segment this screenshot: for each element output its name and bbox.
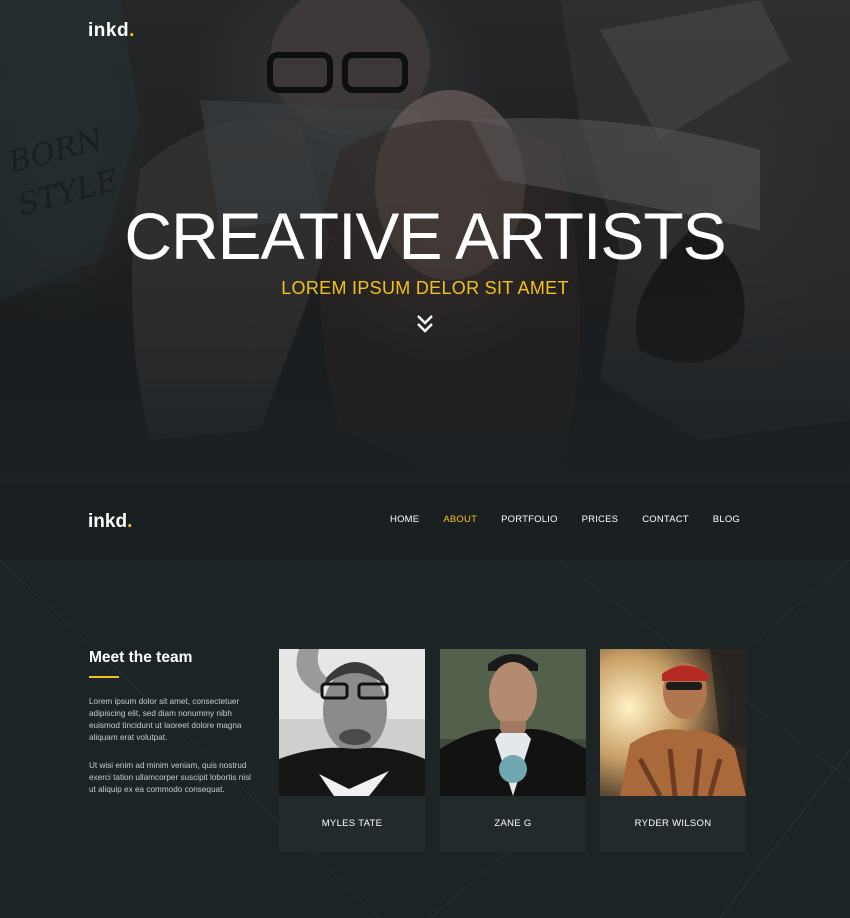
- nav-item-about[interactable]: ABOUT: [443, 514, 477, 525]
- nav-logo[interactable]: inkd.: [88, 511, 132, 533]
- nav-logo-text: inkd: [88, 511, 128, 532]
- nav-item-contact[interactable]: CONTACT: [642, 514, 689, 525]
- nav-item-blog[interactable]: BLOG: [713, 514, 740, 525]
- nav-item-home[interactable]: HOME: [390, 514, 419, 525]
- heading-underline: [89, 676, 119, 678]
- team-member-name: RYDER WILSON: [634, 818, 712, 829]
- team-member-photo: [600, 649, 746, 796]
- team-paragraph-1: Lorem ipsum dolor sit amet, consectetuer…: [89, 697, 242, 742]
- nav-menu: HOME ABOUT PORTFOLIO PRICES CONTACT BLOG: [366, 514, 740, 525]
- team-member-photo: [279, 649, 425, 796]
- team-paragraph-2: Ut wisi enim ad minim veniam, quis nostr…: [89, 761, 251, 794]
- team-member-photo: [440, 649, 586, 796]
- double-chevron-down-icon[interactable]: [413, 313, 437, 335]
- team-member-name: MYLES TATE: [321, 818, 383, 829]
- nav-item-portfolio[interactable]: PORTFOLIO: [501, 514, 558, 525]
- nav-logo-dot: .: [127, 511, 133, 532]
- team-member-card-myles-tate[interactable]: MYLES TATE: [279, 649, 425, 852]
- hero-logo[interactable]: inkd.: [88, 20, 135, 42]
- team-member-card-ryder-wilson[interactable]: RYDER WILSON: [600, 649, 746, 852]
- team-section: Meet the team Lorem ipsum dolor sit amet…: [0, 560, 850, 918]
- hero-logo-dot: .: [129, 20, 135, 41]
- team-member-name: ZANE G: [494, 818, 532, 829]
- team-heading: Meet the team: [89, 649, 193, 666]
- hero-section: BORN STYLE inkd. CREATIVE ARTISTS LOREM …: [0, 0, 850, 484]
- nav-item-prices[interactable]: PRICES: [582, 514, 619, 525]
- hero-title: CREATIVE ARTISTS: [124, 199, 726, 273]
- hero-subtitle: LOREM IPSUM DELOR SIT AMET: [281, 278, 569, 298]
- main-navbar: inkd. HOME ABOUT PORTFOLIO PRICES CONTAC…: [0, 484, 850, 560]
- hero-logo-text: inkd: [88, 20, 130, 41]
- team-member-card-zane-g[interactable]: ZANE G: [440, 649, 586, 852]
